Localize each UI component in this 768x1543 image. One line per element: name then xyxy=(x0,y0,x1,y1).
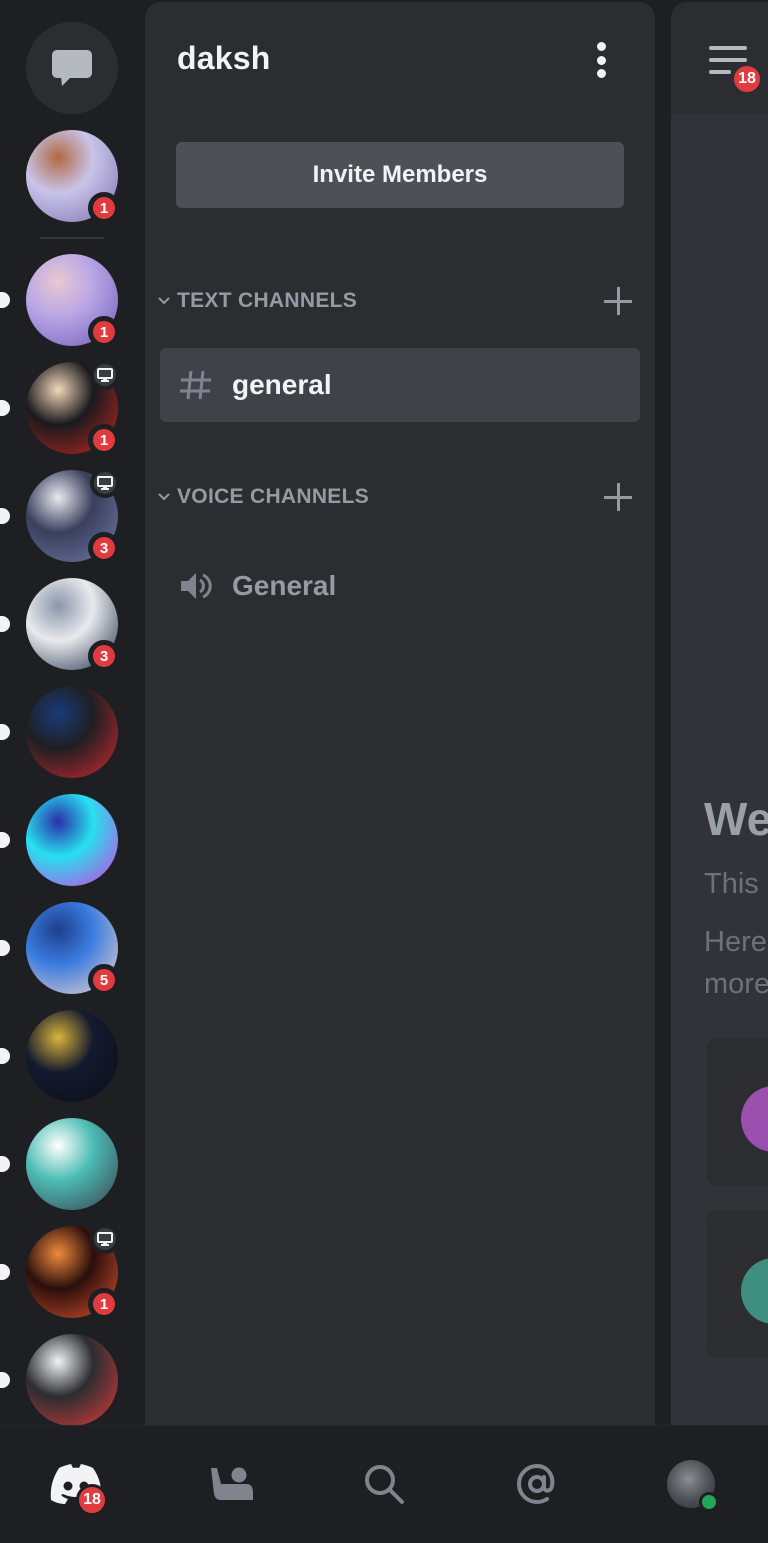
chevron-down-icon xyxy=(153,493,175,501)
guild-network-graduation-server[interactable]: 1 xyxy=(0,1224,120,1320)
personalize-icon xyxy=(741,1258,768,1324)
bottom-navigation: 18 xyxy=(0,1425,768,1543)
nav-friends[interactable] xyxy=(200,1454,260,1514)
channel-name: General xyxy=(232,570,337,601)
guild-icon xyxy=(26,686,118,778)
mention-badge: 1 xyxy=(88,316,120,348)
guild-marvel-studios-server[interactable] xyxy=(0,1010,118,1102)
guild-bridge-logo-server[interactable]: 3 xyxy=(0,578,120,672)
category-label: TEXT CHANNELS xyxy=(177,289,358,312)
search-icon xyxy=(365,1465,404,1504)
mention-badge: 3 xyxy=(88,640,120,672)
at-sign-icon xyxy=(516,1463,555,1505)
guild-fluid-art-server[interactable] xyxy=(0,794,118,886)
chevron-down-icon xyxy=(153,297,175,305)
category-text-channels[interactable]: TEXT CHANNELS xyxy=(153,281,639,321)
chat-header: 18 xyxy=(671,2,768,114)
guild-santa-hat-server[interactable]: 1 xyxy=(0,360,120,456)
more-options-icon[interactable] xyxy=(589,40,613,80)
welcome-text-line: Here xyxy=(704,926,767,958)
invite-friends-card[interactable] xyxy=(706,1038,768,1186)
invite-friends-icon xyxy=(741,1086,768,1152)
guild-icon xyxy=(26,1118,118,1210)
screen-share-icon xyxy=(90,468,120,498)
server-rail[interactable]: 1 1 1 3 3 5 1 xyxy=(0,0,145,1425)
invite-members-button[interactable]: Invite Members xyxy=(176,142,624,208)
home-unread-badge: 18 xyxy=(76,1484,108,1516)
welcome-text-line: more xyxy=(704,968,768,1000)
unread-indicator xyxy=(0,508,10,524)
speaker-icon xyxy=(160,570,232,602)
chat-preview-panel[interactable]: 18 We This Here more xyxy=(671,2,768,1425)
guild-blue-hair-anime-server[interactable]: 5 xyxy=(0,902,120,996)
user-avatar xyxy=(667,1460,719,1512)
nav-search[interactable] xyxy=(354,1454,414,1514)
guild-anime-girl-purple-server[interactable]: 1 xyxy=(0,254,120,348)
mention-badge: 1 xyxy=(88,192,120,224)
mention-badge: 5 xyxy=(88,964,120,996)
unread-indicator xyxy=(0,400,10,416)
welcome-text-line: This xyxy=(704,868,759,900)
personalize-server-card[interactable] xyxy=(706,1210,768,1358)
welcome-heading: We xyxy=(704,793,768,845)
unread-indicator xyxy=(0,724,10,740)
unread-indicator xyxy=(0,616,10,632)
mention-badge: 1 xyxy=(88,424,120,456)
unread-indicator xyxy=(0,1156,10,1172)
guild-fantasy-football-chat[interactable] xyxy=(0,686,118,778)
add-text-channel-icon[interactable] xyxy=(599,281,639,321)
unread-indicator xyxy=(0,292,10,308)
rail-separator xyxy=(40,237,104,239)
guild-winter-village-server[interactable]: 3 xyxy=(0,468,120,564)
unread-indicator xyxy=(0,832,10,848)
friends-wave-icon xyxy=(211,1467,253,1500)
server-name[interactable]: daksh xyxy=(177,40,270,77)
unread-indicator xyxy=(0,1264,10,1280)
channel-general-voice[interactable]: General xyxy=(160,549,640,623)
channel-general-text[interactable]: general xyxy=(160,348,640,422)
screen-share-icon xyxy=(90,1224,120,1254)
hashtag-icon xyxy=(160,369,232,401)
unread-indicator xyxy=(0,940,10,956)
nav-profile[interactable] xyxy=(661,1454,721,1514)
guild-clapperboard-server[interactable] xyxy=(0,1118,118,1210)
category-label: VOICE CHANNELS xyxy=(177,485,370,508)
online-status-indicator xyxy=(699,1492,719,1512)
discord-mobile-app: 1 1 1 3 3 5 1 daksh Invite Members TEXT CHANNE… xyxy=(0,0,768,1543)
channel-panel: daksh Invite Members TEXT CHANNELS gener… xyxy=(145,2,655,1425)
chat-bubble-icon xyxy=(52,50,92,86)
unread-indicator xyxy=(0,1048,10,1064)
menu-unread-badge: 18 xyxy=(731,63,763,95)
guild-icon xyxy=(26,1334,118,1425)
channel-name: general xyxy=(232,369,332,400)
nav-mentions[interactable] xyxy=(507,1454,567,1514)
guild-ultra-instinct-server[interactable]: 1 xyxy=(26,130,120,224)
mention-badge: 3 xyxy=(88,532,120,564)
guild-tcc-car-server[interactable] xyxy=(0,1334,118,1425)
direct-messages-button[interactable] xyxy=(26,22,118,114)
unread-indicator xyxy=(0,1372,10,1388)
nav-home[interactable]: 18 xyxy=(46,1454,108,1516)
guild-icon xyxy=(26,1010,118,1102)
category-voice-channels[interactable]: VOICE CHANNELS xyxy=(153,477,639,517)
guild-icon xyxy=(26,794,118,886)
add-voice-channel-icon[interactable] xyxy=(599,477,639,517)
screen-share-icon xyxy=(90,360,120,390)
dm-icon-wrap xyxy=(26,22,118,114)
mention-badge: 1 xyxy=(88,1288,120,1320)
